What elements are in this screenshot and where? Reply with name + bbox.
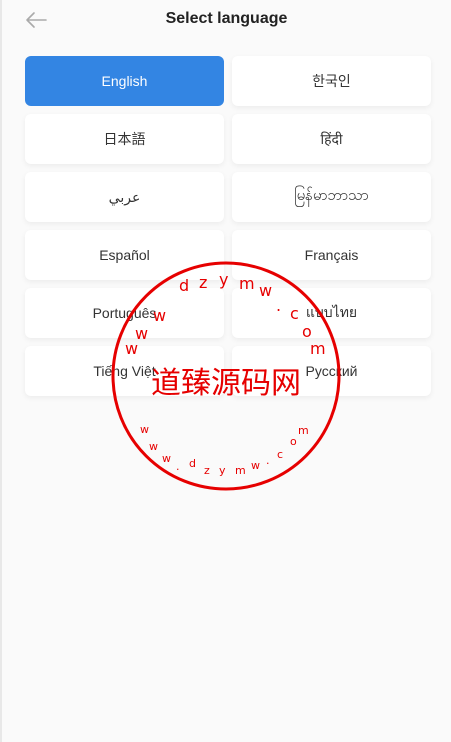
language-option-english[interactable]: English (25, 56, 224, 106)
language-option-vietnamese[interactable]: Tiếng Việt (25, 346, 224, 396)
language-option-french[interactable]: Français (232, 230, 431, 280)
language-option-hindi[interactable]: हिंदी (232, 114, 431, 164)
language-option-russian[interactable]: Русский (232, 346, 431, 396)
language-option-japanese[interactable]: 日本語 (25, 114, 224, 164)
language-option-thai[interactable]: แบบไทย (232, 288, 431, 338)
language-option-burmese[interactable]: မြန်မာဘာသာ (232, 172, 431, 222)
language-grid: English 한국인 日本語 हिंदी عربي မြန်မာဘာသာ Es… (25, 56, 433, 396)
language-page: Select language English 한국인 日本語 हिंदी عر… (2, 0, 451, 742)
language-option-spanish[interactable]: Español (25, 230, 224, 280)
page-title: Select language (165, 10, 288, 27)
language-option-korean[interactable]: 한국인 (232, 56, 431, 106)
language-option-arabic[interactable]: عربي (25, 172, 224, 222)
language-option-portuguese[interactable]: Português (25, 288, 224, 338)
header: Select language (2, 0, 451, 40)
